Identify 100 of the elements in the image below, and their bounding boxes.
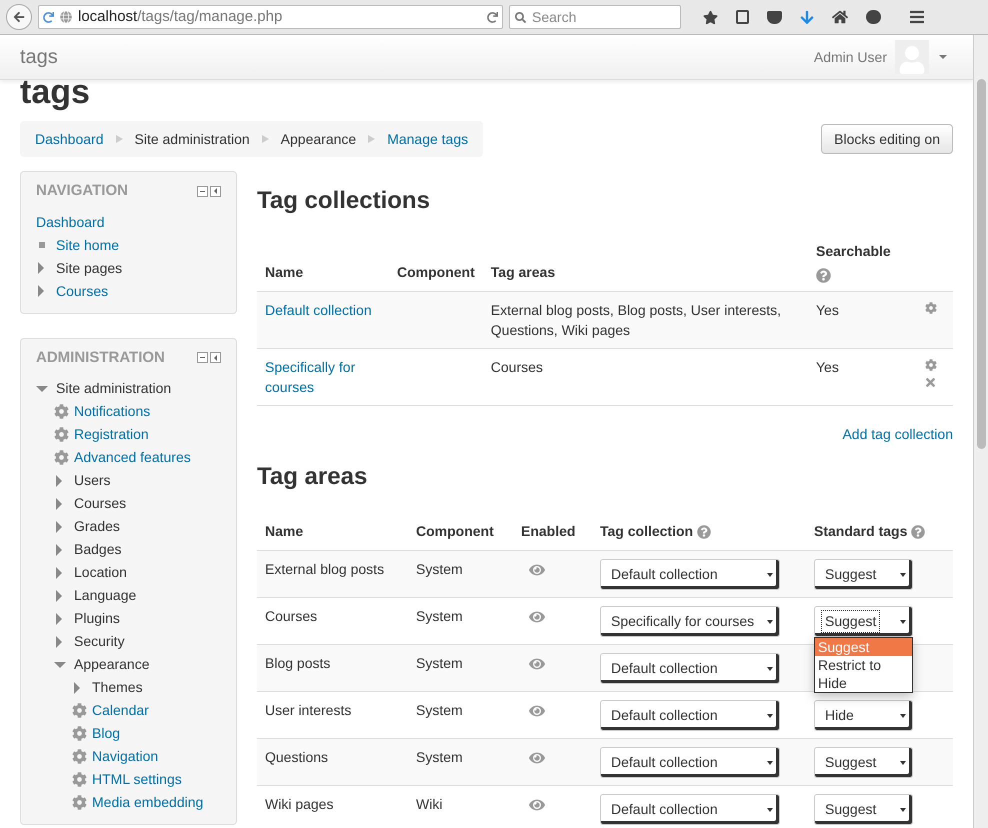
collection-select[interactable]: Default collection [600,794,780,825]
column-header: Tag areas [490,264,556,280]
sidebar-link[interactable]: Dashboard [36,212,104,232]
add-collection-link[interactable]: Add tag collection [842,424,953,445]
collapsed-caret-icon[interactable] [74,682,80,694]
enabled-eye-icon[interactable] [529,750,545,766]
sidebar-link[interactable]: Media embedding [92,792,204,813]
sidebar-link[interactable]: Calendar [92,700,149,721]
standard-tags-select[interactable]: Suggest [814,606,913,637]
enabled-eye-icon[interactable] [529,797,545,813]
column-header: Standard tags [814,523,908,539]
reload-icon[interactable] [43,12,54,22]
blocks-editing-button[interactable]: Blocks editing on [821,124,953,154]
user-menu-caret-icon[interactable] [939,55,947,59]
collapsed-caret-icon[interactable] [56,498,62,510]
sidebar-item[interactable]: Badges [74,539,122,560]
search-field[interactable]: Search [509,4,681,28]
reload-icon[interactable] [487,12,498,22]
collection-select[interactable]: Default collection [600,653,780,684]
menu-icon[interactable] [909,9,925,25]
enabled-eye-icon[interactable] [529,609,545,625]
collapsed-caret-icon[interactable] [56,612,62,624]
sidebar-item[interactable]: Site administration [56,378,172,399]
sidebar-item[interactable]: Courses [74,493,126,514]
gear-icon [72,795,87,810]
column-header: Name [265,523,304,539]
delete-icon[interactable] [924,376,937,389]
collapsed-caret-icon[interactable] [56,544,62,556]
standard-tags-select[interactable]: Suggest [814,559,913,590]
expanded-caret-icon[interactable] [36,386,48,392]
collapsed-caret-icon[interactable] [56,520,62,532]
expanded-caret-icon[interactable] [54,662,66,668]
table-cell: External blog posts, Blog posts, User interests, Questions, Wiki pages [490,302,782,338]
back-button[interactable] [6,4,32,30]
column-header: Enabled [521,523,576,539]
collection-select[interactable]: Specifically for courses [600,606,780,637]
minimize-icon[interactable] [197,186,208,197]
dropdown-option[interactable]: Restrict to [815,656,912,674]
gear-icon [72,726,87,741]
minimize-icon[interactable] [197,352,208,364]
enabled-eye-icon[interactable] [529,703,545,719]
breadcrumb-item: Appearance [280,130,356,149]
sidebar-item[interactable]: Grades [74,516,120,537]
sidebar-item[interactable]: Security [74,631,125,652]
site-name[interactable]: tags [20,42,58,72]
sidebar-link[interactable]: Advanced features [74,447,191,468]
collapsed-caret-icon[interactable] [56,636,62,648]
dock-icon[interactable] [210,352,221,364]
standard-tags-select[interactable]: Hide [814,700,913,731]
sidebar-item[interactable]: Site pages [56,258,122,278]
sidebar-item[interactable]: Language [74,585,136,606]
collapsed-caret-icon[interactable] [56,474,62,486]
sidebar-item[interactable]: Users [74,470,111,491]
sidebar-link[interactable]: Blog [92,723,120,744]
bookmark-star-icon[interactable] [703,10,718,24]
table-cell: External blog posts [265,561,384,577]
sidebar-item[interactable]: Plugins [74,608,120,629]
collection-link[interactable]: Default collection [265,300,381,320]
sidebar-link[interactable]: Site home [56,234,120,256]
table-cell: System [416,561,463,577]
standard-tags-select[interactable]: Suggest [814,794,913,825]
sidebar-item[interactable]: Appearance [74,654,150,675]
enabled-eye-icon[interactable] [529,656,545,672]
table-cell: Courses [265,608,318,624]
dock-icon[interactable] [210,186,221,197]
standard-tags-select[interactable]: Suggest [814,747,913,778]
table-cell: Wiki [416,796,442,812]
address-bar[interactable]: localhost/tags/tag/manage.php [38,5,503,29]
sidebar-item[interactable]: Themes [92,677,143,698]
sidebar-item[interactable]: Location [74,562,127,583]
collapsed-caret-icon[interactable] [38,285,44,297]
sidebar-link[interactable]: Registration [74,424,149,445]
collapsed-caret-icon[interactable] [56,566,62,578]
user-name[interactable]: Admin User [814,46,887,68]
help-icon[interactable] [816,268,831,283]
settings-icon[interactable] [924,359,936,371]
sidebar-link[interactable]: Courses [56,280,108,302]
breadcrumb-item: Site administration [134,130,250,148]
breadcrumb-link[interactable]: Manage tags [387,128,468,150]
collapsed-caret-icon[interactable] [56,590,62,602]
help-icon[interactable] [911,525,926,540]
globe-icon [60,11,72,23]
dropdown-option[interactable]: Hide [815,674,912,692]
sidebar-link[interactable]: Navigation [92,746,158,767]
gear-icon [54,427,69,442]
sidebar-link[interactable]: HTML settings [92,769,182,790]
settings-icon[interactable] [924,302,936,314]
enabled-eye-icon[interactable] [529,562,545,578]
collection-link[interactable]: Specifically for courses [265,357,381,397]
collection-select[interactable]: Default collection [600,700,780,731]
table-cell: Courses [490,359,543,375]
collapsed-caret-icon[interactable] [38,262,44,274]
download-icon[interactable] [800,10,814,24]
home-icon[interactable] [832,9,848,25]
breadcrumb-link[interactable]: Dashboard [35,128,104,150]
collection-select[interactable]: Default collection [600,747,780,778]
collection-select[interactable]: Default collection [600,559,780,590]
help-icon[interactable] [697,525,712,540]
sidebar-link[interactable]: Notifications [74,401,150,422]
gear-icon [72,703,87,718]
